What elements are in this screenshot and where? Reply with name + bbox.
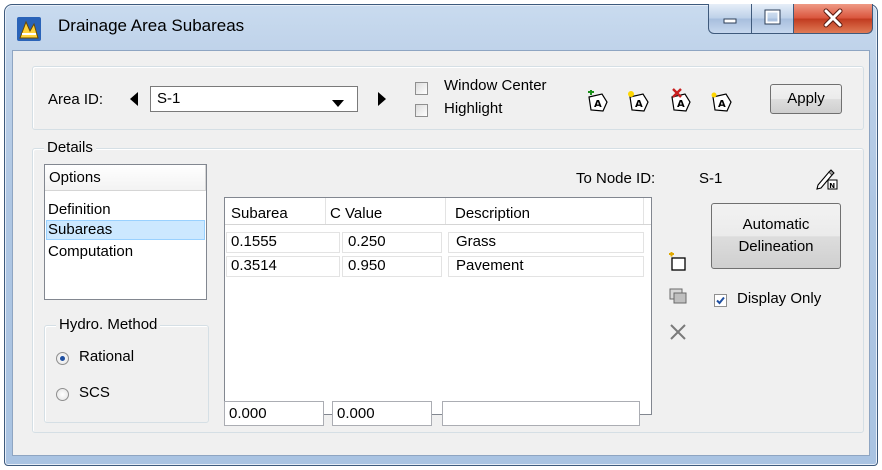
add-row-icon[interactable]	[667, 251, 689, 278]
table-row-1-description: Grass	[456, 233, 497, 250]
automatic-delineation-button[interactable]: Automatic Delineation	[711, 203, 841, 269]
col-header-subarea[interactable]: Subarea	[231, 205, 288, 222]
minimize-button[interactable]	[708, 4, 752, 34]
table-row-2-subarea: 0.3514	[231, 257, 277, 274]
highlight-label: Highlight	[444, 100, 503, 117]
pencil-node-icon[interactable]: N	[815, 167, 839, 195]
svg-text:N: N	[829, 182, 835, 190]
chevron-down-icon	[331, 95, 345, 112]
close-icon	[823, 8, 843, 28]
col-header-description[interactable]: Description	[455, 205, 530, 222]
triangle-left-icon[interactable]	[128, 91, 140, 111]
subarea-table	[224, 197, 652, 415]
copy-row-icon[interactable]	[667, 286, 689, 312]
hydro-method-groupbox	[44, 325, 209, 423]
svg-text:A: A	[677, 99, 685, 110]
display-only-checkbox[interactable]	[714, 294, 727, 307]
c-value-entry-value: 0.000	[337, 405, 375, 422]
window-title: Drainage Area Subareas	[58, 16, 245, 35]
rational-radio[interactable]	[56, 352, 69, 365]
delete-area-icon[interactable]: A	[668, 88, 694, 118]
col-divider	[325, 198, 326, 224]
rational-label: Rational	[79, 348, 135, 365]
options-header[interactable]: Options	[45, 165, 206, 191]
svg-text:A: A	[635, 99, 643, 110]
area-id-value: S-1	[157, 90, 181, 107]
table-row-1-c-value: 0.250	[348, 233, 386, 250]
to-node-label: To Node ID:	[576, 170, 656, 187]
delete-row-icon[interactable]	[668, 322, 688, 346]
scs-label: SCS	[79, 384, 110, 401]
triangle-right-icon[interactable]	[376, 91, 388, 111]
options-item-computation[interactable]: Computation	[48, 243, 133, 260]
table-row-2-c-value: 0.950	[348, 257, 386, 274]
col-header-c-value[interactable]: C Value	[330, 205, 382, 222]
table-row-1-subarea: 0.1555	[231, 233, 277, 250]
description-entry-field[interactable]	[442, 401, 640, 426]
app-icon[interactable]	[16, 16, 42, 42]
area-id-select[interactable]: S-1	[150, 86, 358, 112]
checkmark-icon	[716, 296, 725, 305]
display-only-label: Display Only	[737, 290, 822, 307]
subarea-entry-value: 0.000	[229, 405, 267, 422]
highlight-checkbox[interactable]	[415, 104, 428, 117]
options-item-definition[interactable]: Definition	[48, 201, 111, 218]
options-item-subareas[interactable]: Subareas	[48, 221, 112, 238]
automatic-delineation-line1: Automatic	[742, 216, 810, 233]
to-node-value: S-1	[699, 170, 723, 187]
select-area-icon[interactable]: A	[627, 90, 651, 118]
close-button[interactable]	[793, 4, 873, 34]
hydro-method-label: Hydro. Method	[56, 316, 161, 333]
add-area-icon[interactable]: A	[586, 89, 610, 118]
table-row-2-description: Pavement	[456, 257, 524, 274]
area-id-label: Area ID:	[48, 91, 104, 108]
automatic-delineation-line2: Delineation	[738, 238, 814, 255]
c-value-entry-field[interactable]: 0.000	[332, 401, 432, 426]
col-divider	[643, 198, 644, 224]
svg-text:A: A	[594, 99, 602, 110]
window-center-checkbox[interactable]	[415, 82, 428, 95]
maximize-icon	[764, 9, 781, 25]
minimize-icon	[723, 18, 737, 24]
show-area-icon[interactable]: A	[710, 90, 734, 118]
details-label: Details	[44, 139, 96, 156]
apply-button[interactable]: Apply	[770, 84, 842, 114]
col-divider	[445, 198, 446, 224]
scs-radio[interactable]	[56, 388, 69, 401]
maximize-button[interactable]	[751, 4, 794, 34]
subarea-entry-field[interactable]: 0.000	[224, 401, 324, 426]
svg-text:A: A	[718, 99, 726, 110]
subarea-table-header	[225, 198, 651, 225]
window-center-label: Window Center	[444, 77, 547, 94]
options-header-label: Options	[49, 169, 101, 186]
radio-dot	[60, 356, 65, 361]
